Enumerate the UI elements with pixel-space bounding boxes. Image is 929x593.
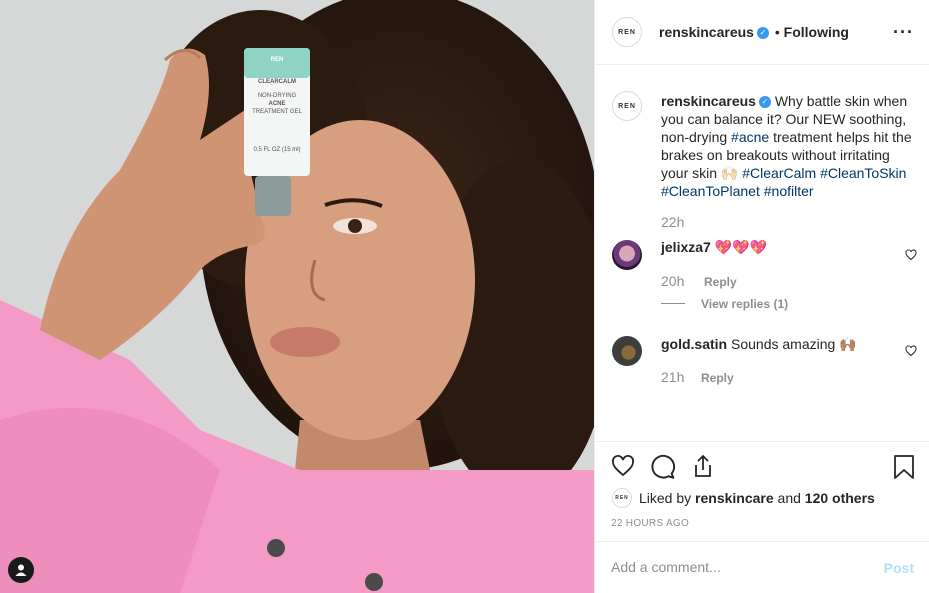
caption-time[interactable]: 22h xyxy=(661,214,684,230)
comment-item: jelixza7 💖💖💖 xyxy=(661,239,767,256)
comment-like-heart-icon[interactable] xyxy=(905,345,917,357)
comment-username[interactable]: jelixza7 xyxy=(661,239,711,255)
product-name-1: NON-DRYING xyxy=(257,93,297,99)
post-actions: REN Liked by renskincare and 120 others … xyxy=(595,441,929,541)
hashtag-nofilter[interactable]: #nofilter xyxy=(764,183,814,199)
add-comment-bar: Post xyxy=(595,541,929,593)
commenter-avatar[interactable] xyxy=(612,240,642,270)
avatar[interactable]: REN xyxy=(612,17,642,47)
post-timestamp[interactable]: 22 HOURS AGO xyxy=(611,518,689,529)
comment-text: 💖💖💖 xyxy=(714,239,768,255)
caption: renskincareus ✓ Why battle skin when you … xyxy=(661,92,919,200)
post-photo[interactable]: REN CLEARCALM NON-DRYING ACNE TREATMENT … xyxy=(0,0,594,593)
likes-summary[interactable]: Liked by renskincare and 120 others xyxy=(639,490,875,506)
product-label: REN CLEARCALM NON-DRYING ACNE TREATMENT … xyxy=(248,56,306,154)
share-icon[interactable] xyxy=(691,453,715,479)
post-side-panel: REN renskincareus ✓ • Following ··· REN r… xyxy=(594,0,929,593)
heart-icon[interactable] xyxy=(610,454,636,478)
comment-username[interactable]: gold.satin xyxy=(661,336,727,352)
hashtag-cleantoplanet[interactable]: #CleanToPlanet xyxy=(661,183,760,199)
view-replies-button[interactable]: View replies (1) xyxy=(701,297,788,311)
hashtag-cleantoskin[interactable]: #CleanToSkin xyxy=(820,165,906,181)
comment-item: gold.satin Sounds amazing 🙌🏽 xyxy=(661,336,857,353)
commenter-avatar[interactable] xyxy=(612,336,642,366)
header-user-row: renskincareus ✓ • Following xyxy=(659,24,849,40)
post-header: REN renskincareus ✓ • Following ··· xyxy=(595,0,929,65)
reply-button[interactable]: Reply xyxy=(704,275,737,289)
hashtag-acne[interactable]: #acne xyxy=(731,129,769,145)
bookmark-icon[interactable] xyxy=(893,454,915,480)
likes-prefix: Liked by xyxy=(639,490,696,506)
likes-middle: and xyxy=(773,490,805,506)
caption-avatar[interactable]: REN xyxy=(612,91,642,121)
post-comment-button[interactable]: Post xyxy=(884,560,914,576)
header-username[interactable]: renskincareus xyxy=(659,24,754,40)
product-name-3: TREATMENT GEL xyxy=(252,109,302,115)
product-size: 0.5 FL OZ (15 ml) xyxy=(253,147,301,153)
comment-like-heart-icon[interactable] xyxy=(905,249,917,261)
comment-time[interactable]: 20h xyxy=(661,273,684,289)
hashtag-clearcalm[interactable]: #ClearCalm xyxy=(742,165,816,181)
verified-badge-icon: ✓ xyxy=(756,27,769,40)
reply-button[interactable]: Reply xyxy=(701,371,734,385)
following-button[interactable]: Following xyxy=(784,24,849,40)
user-tag-icon[interactable] xyxy=(8,557,34,583)
header-dot: • xyxy=(774,24,780,40)
comment-text: Sounds amazing 🙌🏽 xyxy=(731,336,857,352)
caption-verified-badge-icon: ✓ xyxy=(758,96,771,109)
more-options-icon[interactable]: ··· xyxy=(893,22,914,43)
view-replies-line xyxy=(661,303,685,304)
product-line: CLEARCALM xyxy=(258,79,296,85)
caption-emoji: 🙌🏻 xyxy=(720,165,739,181)
caption-username[interactable]: renskincareus xyxy=(661,93,756,109)
product-name-2: ACNE xyxy=(268,101,286,107)
likes-count[interactable]: 120 others xyxy=(805,490,875,506)
comment-icon[interactable] xyxy=(650,454,676,480)
add-comment-input[interactable] xyxy=(611,556,861,578)
comment-time[interactable]: 21h xyxy=(661,369,684,385)
liker-avatar[interactable]: REN xyxy=(612,488,632,508)
likes-user[interactable]: renskincare xyxy=(695,490,774,506)
product-brand: REN xyxy=(270,57,284,63)
